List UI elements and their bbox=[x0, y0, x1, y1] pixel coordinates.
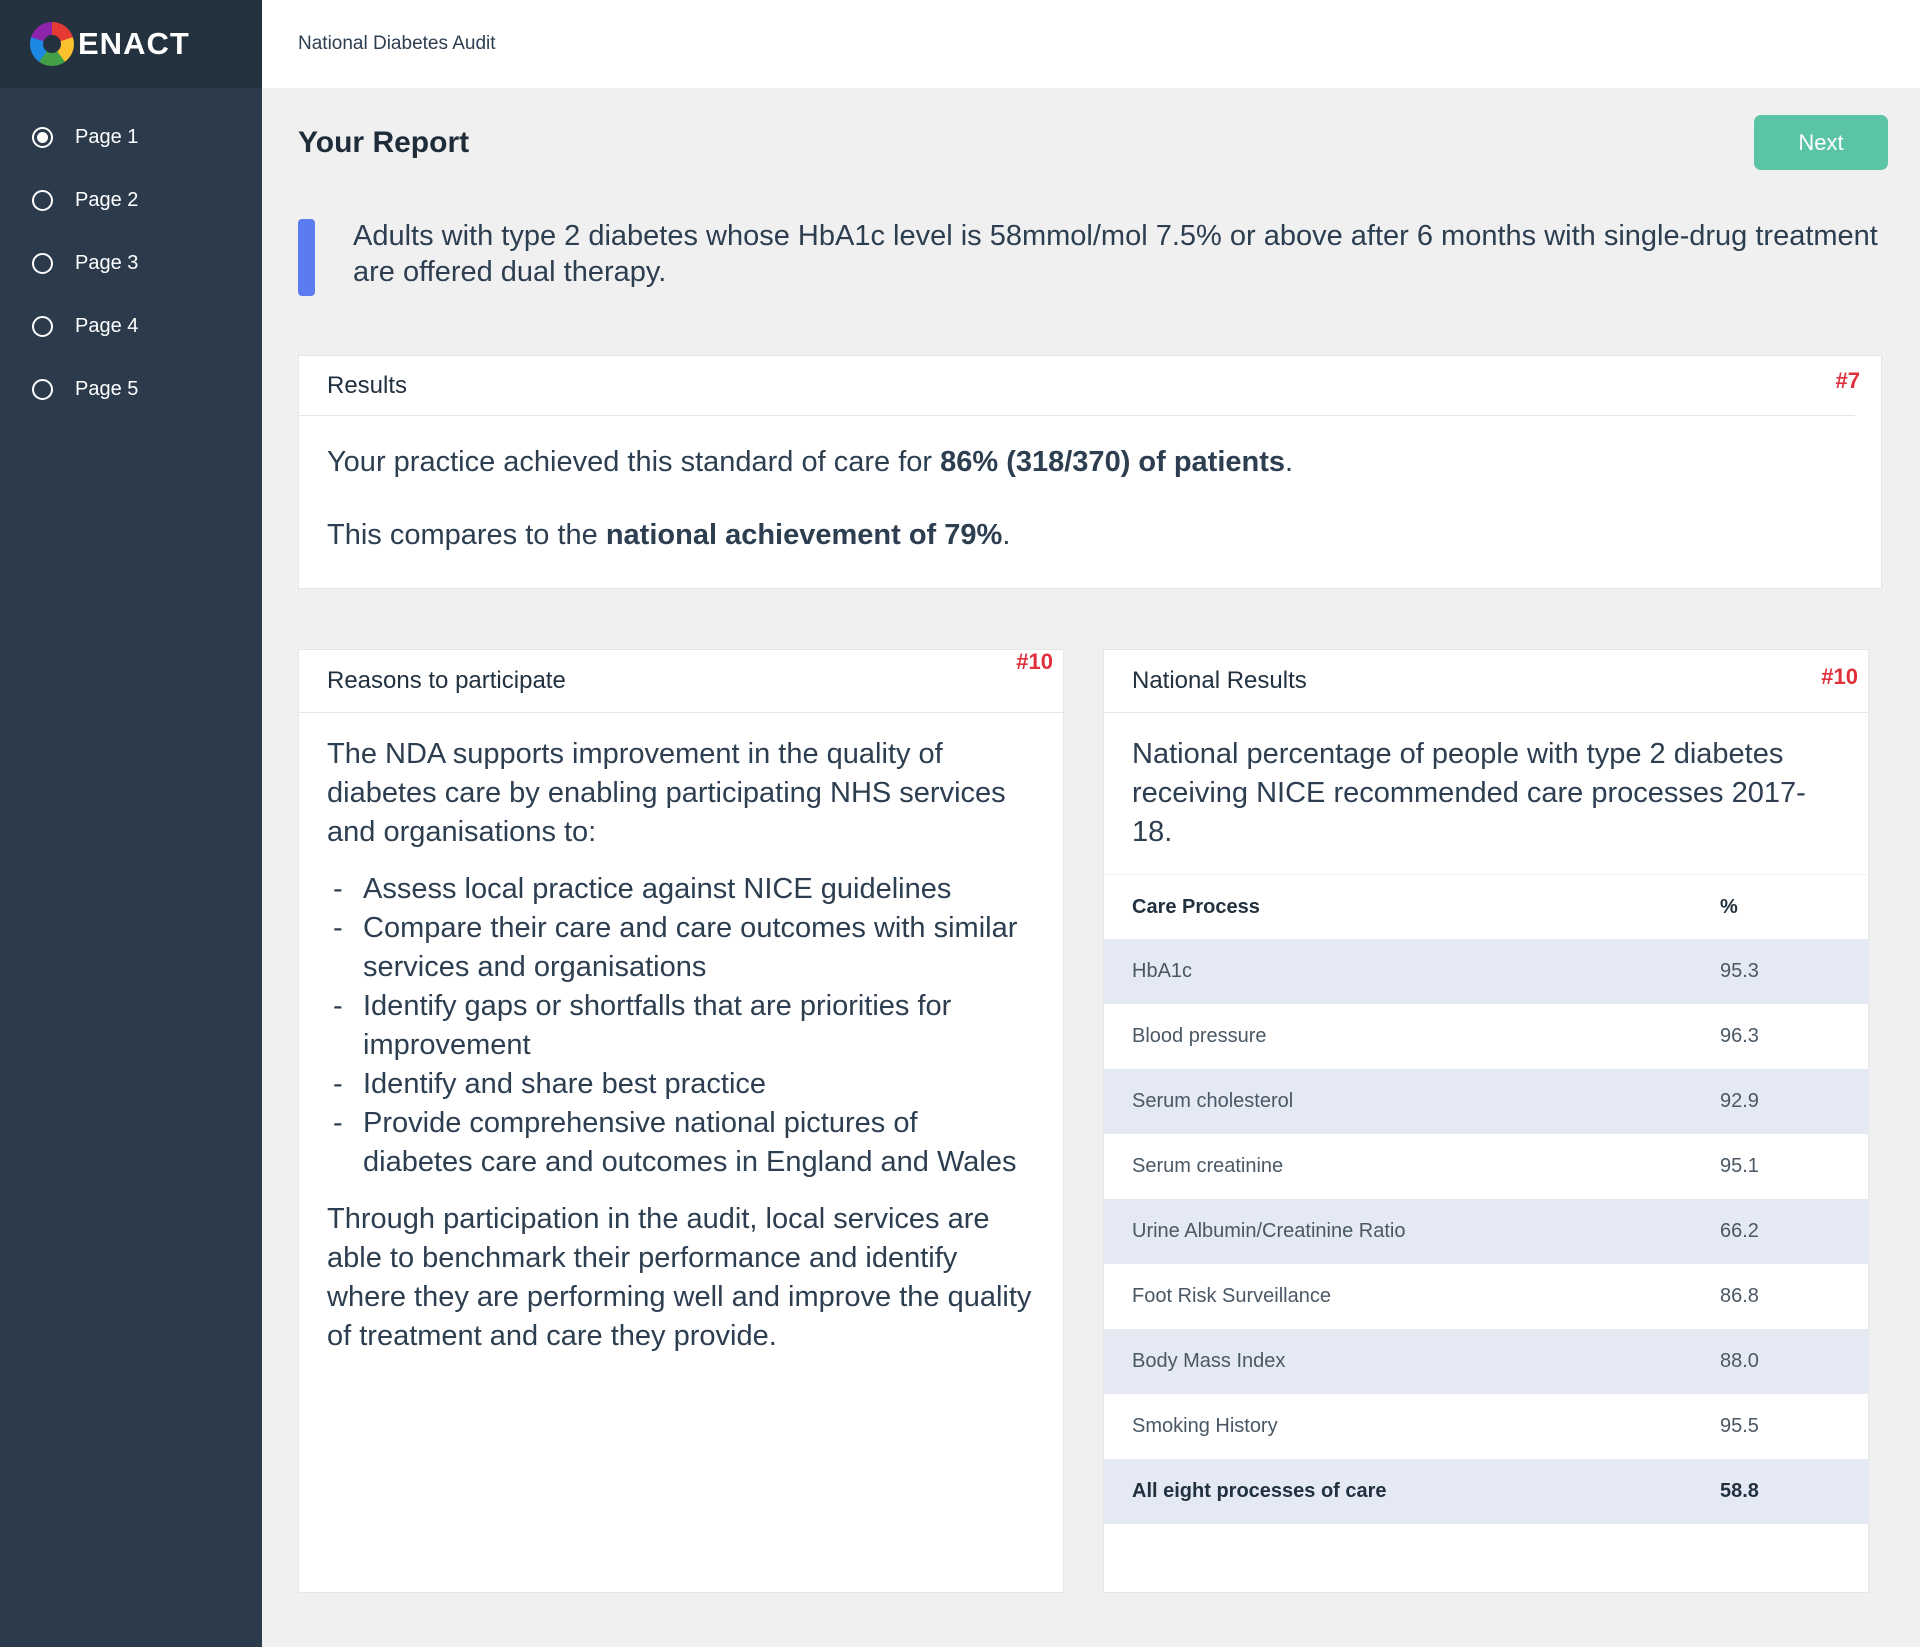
comparison-suffix: . bbox=[1002, 519, 1011, 551]
comparison-prefix: This compares to the bbox=[327, 519, 606, 551]
care-process-value: 66.2 bbox=[1720, 1199, 1868, 1264]
care-process-name: Urine Albumin/Creatinine Ratio bbox=[1104, 1199, 1720, 1264]
care-process-name: All eight processes of care bbox=[1104, 1459, 1720, 1524]
table-row: Foot Risk Surveillance 86.8 bbox=[1104, 1264, 1868, 1329]
standard-accent-bar bbox=[298, 219, 315, 296]
results-tag: #7 bbox=[1835, 368, 1860, 393]
table-row: Body Mass Index 88.0 bbox=[1104, 1329, 1868, 1394]
page-title: Your Report bbox=[298, 126, 470, 159]
care-process-value: 92.9 bbox=[1720, 1069, 1868, 1134]
table-row-total: All eight processes of care 58.8 bbox=[1104, 1459, 1868, 1524]
standard-text: Adults with type 2 diabetes whose HbA1c … bbox=[353, 220, 1878, 288]
care-process-name: Serum cholesterol bbox=[1104, 1069, 1720, 1134]
column-header-percent: % bbox=[1720, 895, 1738, 918]
sidebar: ENACT Page 1 Page 2 Page 3 Page 4 Page 5 bbox=[0, 0, 262, 1647]
list-item: Compare their care and care outcomes wit… bbox=[327, 909, 1033, 987]
national-comparison: This compares to the national achievemen… bbox=[327, 517, 1853, 554]
quality-standard: Adults with type 2 diabetes whose HbA1c … bbox=[298, 218, 1888, 296]
radio-icon bbox=[32, 253, 53, 274]
national-description: National percentage of people with type … bbox=[1104, 713, 1868, 875]
practice-achievement: Your practice achieved this standard of … bbox=[327, 444, 1853, 481]
care-process-value: 88.0 bbox=[1720, 1329, 1868, 1394]
next-button[interactable]: Next bbox=[1754, 115, 1888, 170]
table-header-row: Care Process % bbox=[1104, 875, 1868, 939]
results-header: Results #7 bbox=[299, 356, 1860, 416]
table-row: Smoking History 95.5 bbox=[1104, 1394, 1868, 1459]
care-process-name: Smoking History bbox=[1132, 1415, 1278, 1437]
achievement-suffix: . bbox=[1285, 446, 1294, 478]
table-row: Serum creatinine 95.1 bbox=[1104, 1134, 1868, 1199]
results-card: Results #7 Your practice achieved this s… bbox=[298, 355, 1882, 589]
reasons-intro: The NDA supports improvement in the qual… bbox=[327, 738, 1006, 848]
radio-icon bbox=[32, 316, 53, 337]
reasons-card: Reasons to participate #10 The NDA suppo… bbox=[298, 649, 1064, 1593]
brand-name: ENACT bbox=[78, 26, 190, 61]
care-process-value: 58.8 bbox=[1720, 1459, 1868, 1524]
list-item: Assess local practice against NICE guide… bbox=[327, 870, 1033, 909]
care-process-name: Serum creatinine bbox=[1132, 1155, 1284, 1177]
care-process-value: 95.3 bbox=[1720, 939, 1868, 1004]
sidebar-item-label: Page 4 bbox=[75, 315, 139, 337]
national-tag: #10 bbox=[1821, 664, 1858, 689]
radio-icon bbox=[32, 190, 53, 211]
list-item: Identify and share best practice bbox=[327, 1065, 1033, 1104]
care-process-value: 86.8 bbox=[1720, 1285, 1759, 1307]
table-row: Blood pressure 96.3 bbox=[1104, 1004, 1868, 1069]
reasons-list: Assess local practice against NICE guide… bbox=[327, 870, 1033, 1182]
sidebar-item-label: Page 2 bbox=[75, 189, 139, 211]
list-item: Identify gaps or shortfalls that are pri… bbox=[327, 987, 1033, 1065]
sidebar-item-page-5[interactable]: Page 5 bbox=[0, 358, 262, 421]
sidebar-item-page-1[interactable]: Page 1 bbox=[0, 106, 262, 169]
radio-icon bbox=[32, 379, 53, 400]
results-title: Results bbox=[327, 371, 408, 399]
app-title: National Diabetes Audit bbox=[298, 33, 496, 54]
care-process-value: 95.5 bbox=[1720, 1415, 1759, 1437]
care-process-table: Care Process % HbA1c 95.3 Blood pressure… bbox=[1104, 875, 1868, 1524]
brand-logo[interactable]: ENACT bbox=[0, 0, 262, 88]
achievement-prefix: Your practice achieved this standard of … bbox=[327, 446, 941, 478]
sidebar-item-page-3[interactable]: Page 3 bbox=[0, 232, 262, 295]
sidebar-item-label: Page 5 bbox=[75, 378, 139, 400]
sidebar-nav: Page 1 Page 2 Page 3 Page 4 Page 5 bbox=[0, 88, 262, 421]
main-content: Your Report Next Adults with type 2 diab… bbox=[262, 88, 1920, 1647]
care-process-name: HbA1c bbox=[1104, 939, 1720, 1004]
sidebar-item-page-4[interactable]: Page 4 bbox=[0, 295, 262, 358]
reasons-header: Reasons to participate #10 bbox=[299, 649, 1063, 713]
table-row: HbA1c 95.3 bbox=[1104, 939, 1868, 1004]
column-header-care-process: Care Process bbox=[1132, 895, 1260, 918]
care-process-value: 96.3 bbox=[1720, 1025, 1759, 1047]
care-process-name: Body Mass Index bbox=[1104, 1329, 1720, 1394]
table-row: Serum cholesterol 92.9 bbox=[1104, 1069, 1868, 1134]
reasons-closing: Through participation in the audit, loca… bbox=[327, 1203, 1032, 1352]
enact-logo-icon bbox=[30, 22, 74, 66]
national-results-card: National Results #10 National percentage… bbox=[1103, 649, 1869, 1593]
care-process-value: 95.1 bbox=[1720, 1155, 1759, 1177]
sidebar-item-label: Page 1 bbox=[75, 126, 139, 148]
reasons-title: Reasons to participate bbox=[327, 667, 566, 694]
achievement-value: 86% (318/370) of patients bbox=[940, 446, 1286, 478]
national-header: National Results #10 bbox=[1104, 650, 1868, 713]
sidebar-item-page-2[interactable]: Page 2 bbox=[0, 169, 262, 232]
reasons-tag: #10 bbox=[1016, 649, 1053, 674]
reasons-body: The NDA supports improvement in the qual… bbox=[299, 713, 1063, 1356]
results-body: Your practice achieved this standard of … bbox=[299, 416, 1881, 554]
comparison-value: national achievement of 79% bbox=[605, 519, 1003, 551]
care-process-name: Foot Risk Surveillance bbox=[1132, 1285, 1331, 1307]
top-bar: National Diabetes Audit bbox=[262, 0, 1920, 88]
list-item: Provide comprehensive national pictures … bbox=[327, 1104, 1033, 1182]
radio-selected-icon bbox=[32, 127, 53, 148]
national-title: National Results bbox=[1132, 667, 1307, 694]
table-row: Urine Albumin/Creatinine Ratio 66.2 bbox=[1104, 1199, 1868, 1264]
care-process-name: Blood pressure bbox=[1132, 1025, 1267, 1047]
sidebar-item-label: Page 3 bbox=[75, 252, 139, 274]
